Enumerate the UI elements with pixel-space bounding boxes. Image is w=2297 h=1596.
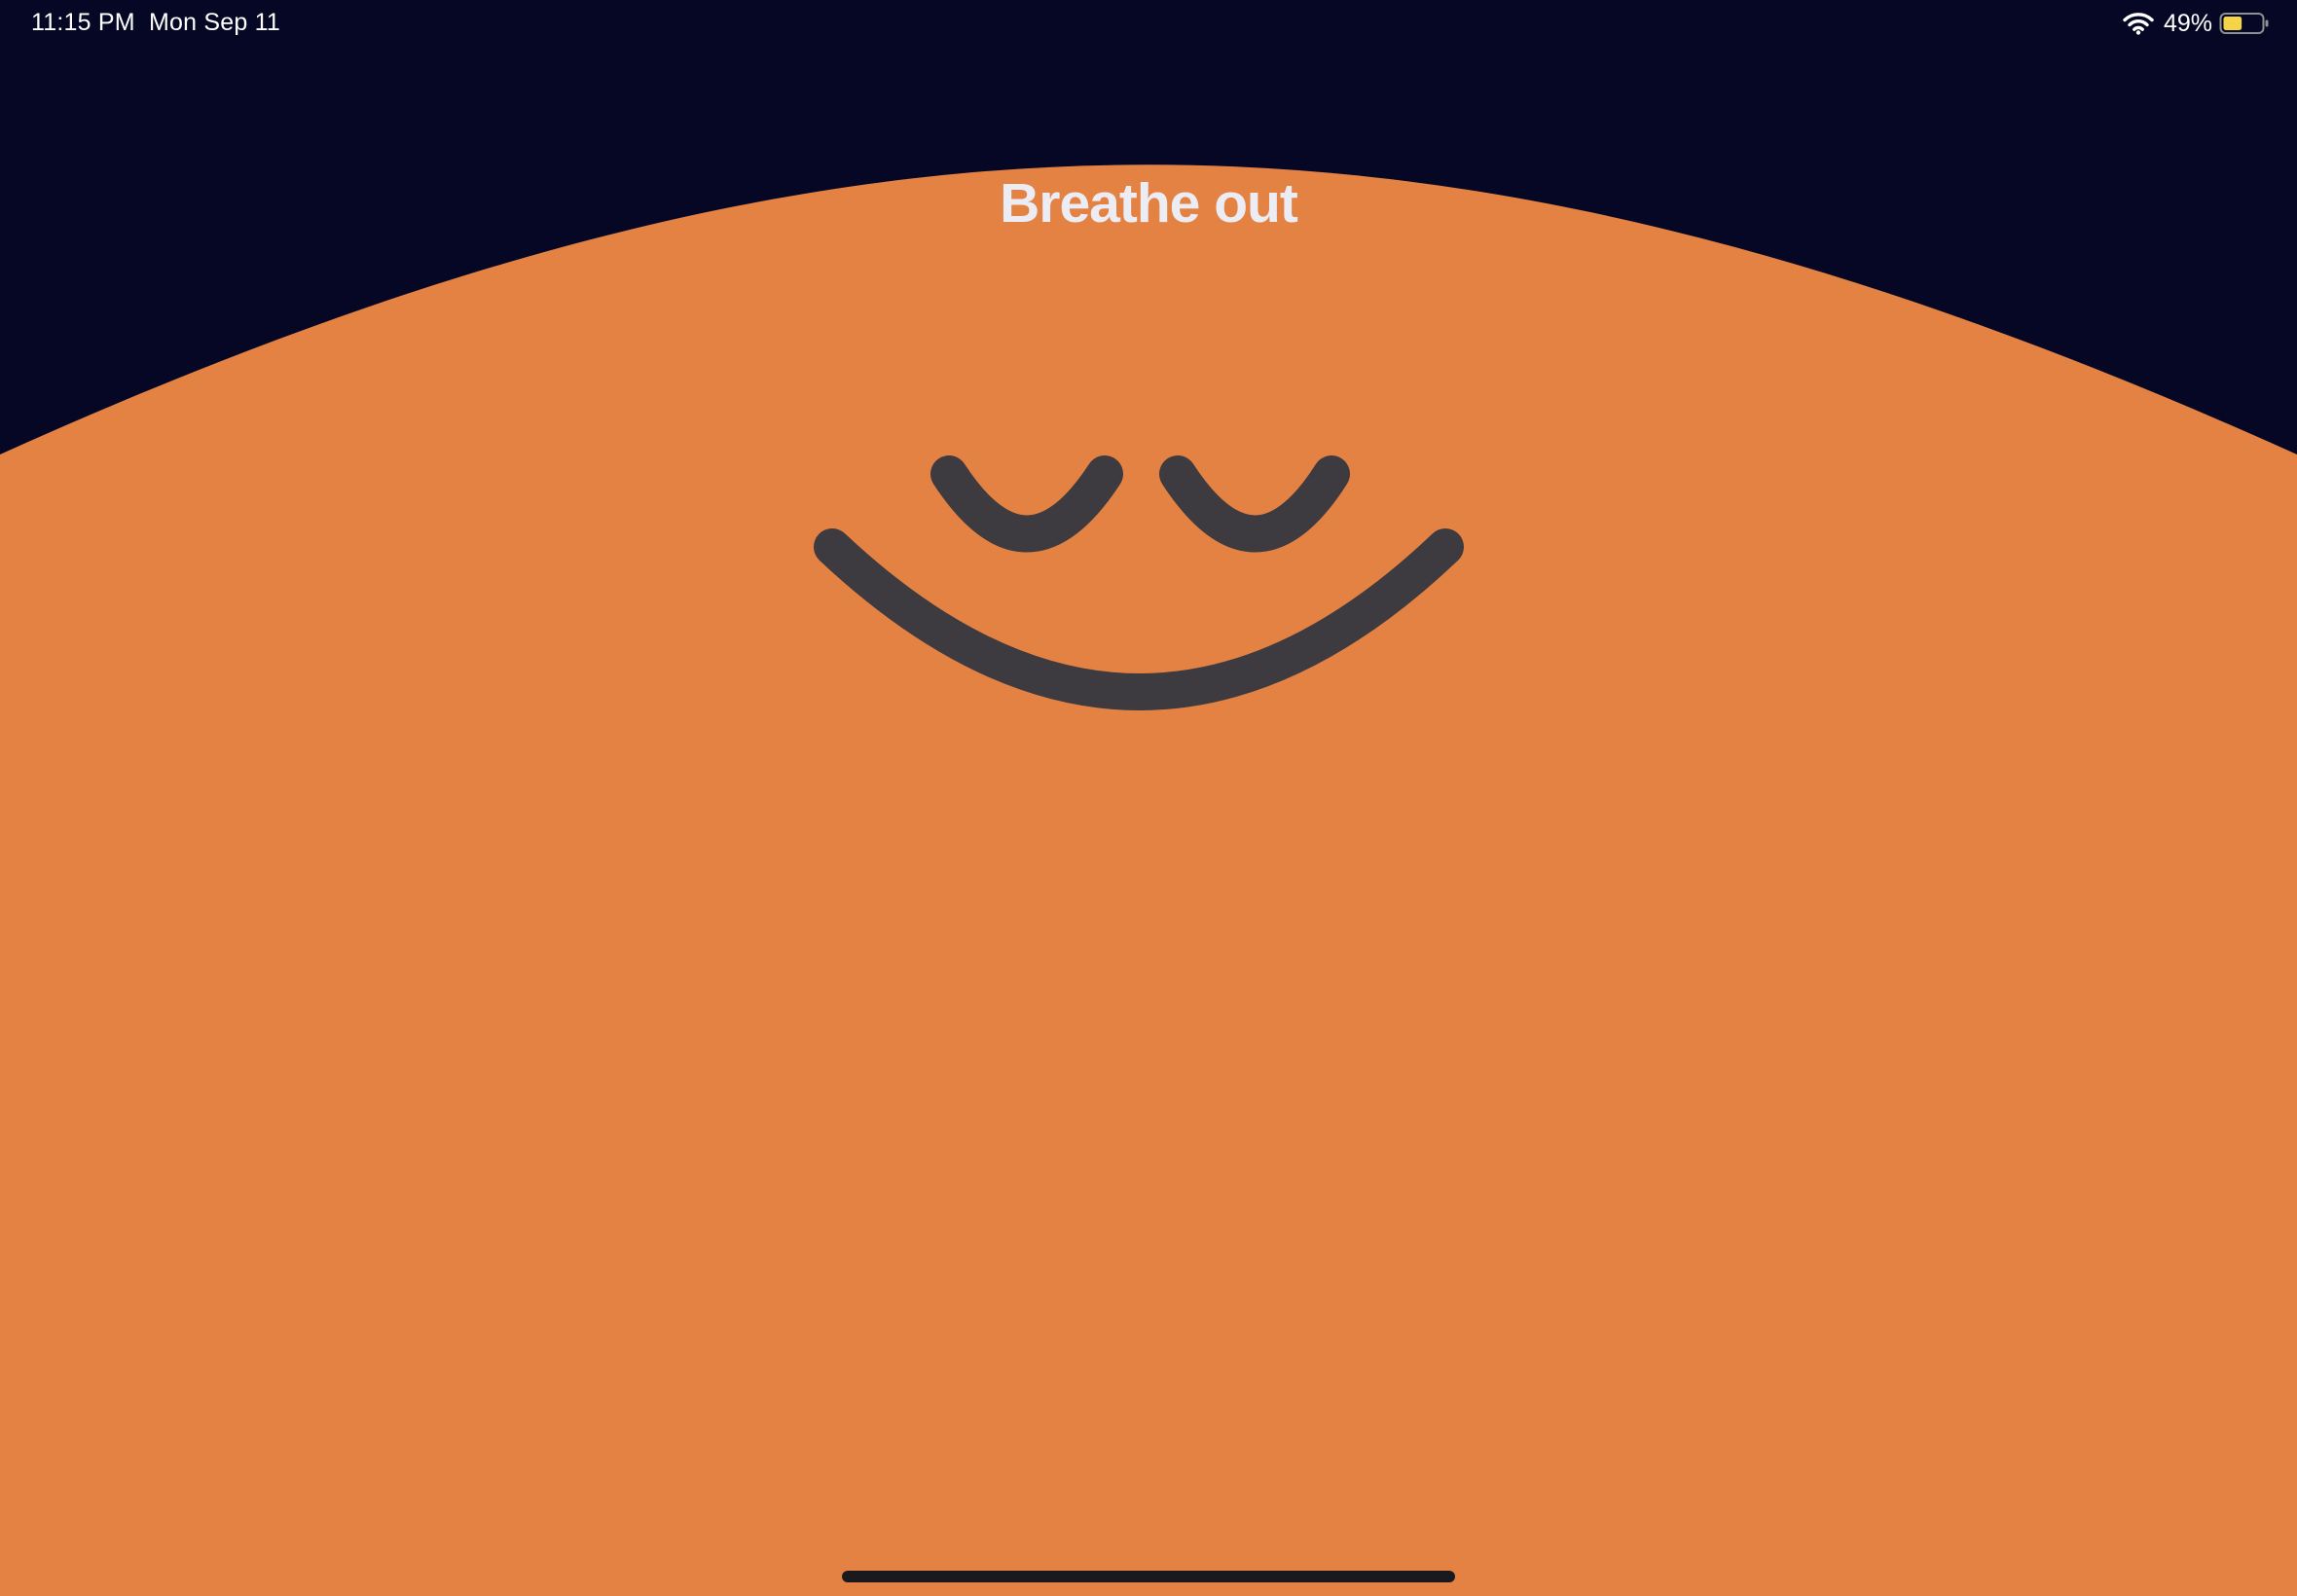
wifi-icon xyxy=(2123,13,2154,35)
status-date: Mon Sep 11 xyxy=(149,9,280,36)
status-time: 11:15 PM xyxy=(31,9,135,36)
breathing-prompt: Breathe out xyxy=(1000,172,1298,235)
battery-icon xyxy=(2219,13,2269,34)
character-body xyxy=(0,164,2297,1596)
character-illustration xyxy=(0,164,2297,1596)
battery-fill xyxy=(2223,17,2242,30)
status-indicators: 49% xyxy=(2123,8,2270,39)
home-indicator[interactable] xyxy=(842,1571,1455,1582)
battery-percent: 49% xyxy=(2163,9,2212,37)
breathing-exercise-screen: 11:15 PM Mon Sep 11 49% Breathe out xyxy=(0,0,2297,1596)
status-bar: 11:15 PM Mon Sep 11 49% xyxy=(0,0,2297,49)
